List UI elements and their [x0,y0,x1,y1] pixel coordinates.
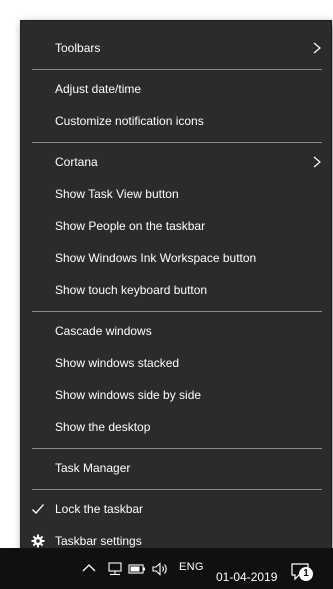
menu-item-label: Task Manager [55,461,131,475]
show-hidden-icons-chevron-icon[interactable] [82,562,96,574]
menu-item-label: Show Task View button [55,187,179,201]
menu-item-show-windows-stacked[interactable]: Show windows stacked [21,347,331,379]
clock-date[interactable]: 01-04-2019 [216,570,277,584]
menu-item-label: Show touch keyboard button [55,283,208,297]
desktop-screen: Toolbars Adjust date/time Customize noti… [0,0,333,589]
checkmark-icon [32,504,44,514]
menu-item-cascade-windows[interactable]: Cascade windows [21,315,331,347]
submenu-arrow-icon [313,42,321,54]
menu-item-toolbars[interactable]: Toolbars [21,32,331,64]
menu-item-customize-notification-icons[interactable]: Customize notification icons [21,105,331,137]
volume-icon[interactable] [152,562,170,576]
menu-item-label: Show People on the taskbar [55,219,206,233]
menu-item-show-touch-keyboard-button[interactable]: Show touch keyboard button [21,274,331,306]
input-language-indicator[interactable]: ENG [179,561,204,573]
menu-item-lock-the-taskbar[interactable]: Lock the taskbar [21,493,331,525]
menu-item-label: Cascade windows [55,324,152,338]
menu-separator [32,448,322,449]
notification-count-badge: 1 [299,567,313,581]
menu-item-show-people-on-taskbar[interactable]: Show People on the taskbar [21,210,331,242]
menu-item-label: Show windows side by side [55,388,202,402]
menu-separator [32,69,322,70]
menu-item-label: Adjust date/time [55,82,142,96]
menu-separator [32,311,322,312]
menu-item-label: Show windows stacked [55,356,180,370]
menu-item-label: Show the desktop [55,420,151,434]
submenu-arrow-icon [313,156,321,168]
taskbar: ENG 01-04-2019 1 [0,548,333,589]
menu-item-label: Show Windows Ink Workspace button [55,251,257,265]
menu-separator [32,142,322,143]
menu-item-adjust-date-time[interactable]: Adjust date/time [21,73,331,105]
menu-item-label: Lock the taskbar [55,502,144,516]
menu-item-cortana[interactable]: Cortana [21,146,331,178]
network-icon[interactable] [106,562,124,576]
menu-item-show-task-view-button[interactable]: Show Task View button [21,178,331,210]
taskbar-context-menu: Toolbars Adjust date/time Customize noti… [20,20,332,565]
menu-item-label: Cortana [55,155,98,169]
menu-item-show-windows-ink-workspace-button[interactable]: Show Windows Ink Workspace button [21,242,331,274]
menu-separator [32,489,322,490]
menu-item-label: Customize notification icons [55,114,204,128]
gear-icon [31,534,45,548]
menu-item-label: Toolbars [55,41,101,55]
action-center-button[interactable]: 1 [291,563,317,583]
menu-item-task-manager[interactable]: Task Manager [21,452,331,484]
menu-item-show-the-desktop[interactable]: Show the desktop [21,411,331,443]
battery-icon[interactable] [128,562,146,576]
menu-item-show-windows-side-by-side[interactable]: Show windows side by side [21,379,331,411]
